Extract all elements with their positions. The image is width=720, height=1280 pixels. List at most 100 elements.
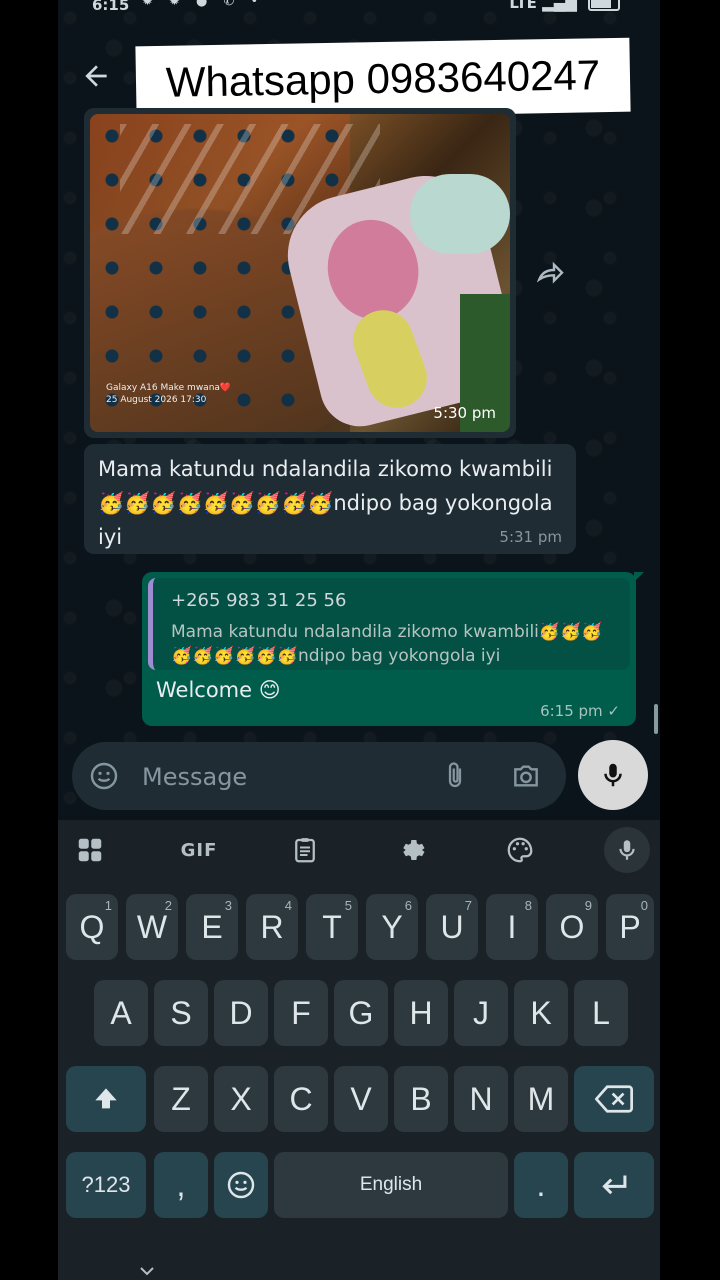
arrow-left-icon[interactable] [80, 60, 112, 92]
enter-icon [602, 1175, 627, 1195]
backspace-key[interactable] [574, 1066, 654, 1132]
key-o[interactable]: O9 [546, 894, 598, 960]
key-label: P [619, 908, 641, 945]
microphone-icon [619, 840, 635, 860]
status-time: 6:15 [92, 0, 130, 14]
key-y[interactable]: Y6 [366, 894, 418, 960]
key-u[interactable]: U7 [426, 894, 478, 960]
outgoing-message[interactable]: +265 983 31 25 56 Mama katundu ndalandil… [142, 572, 644, 726]
camera-icon[interactable] [510, 760, 542, 792]
incoming-message[interactable]: Mama katundu ndalandila zikomo kwambili🥳… [84, 444, 576, 554]
network-status: LTE ▂▄▆ [509, 0, 620, 12]
key-n[interactable]: N [454, 1066, 508, 1132]
network-label: LTE [509, 0, 537, 12]
keyboard-toolbar: GIF [58, 820, 660, 880]
key-x[interactable]: X [214, 1066, 268, 1132]
key-hint: 0 [640, 898, 648, 913]
quote-text: Mama katundu ndalandila zikomo kwambili🥳… [171, 622, 603, 666]
key-label: Q [79, 908, 105, 945]
key-label: W [136, 908, 168, 945]
clipboard-icon[interactable] [287, 832, 323, 868]
key-hint: 9 [584, 898, 592, 913]
phone-screen: 6:15 ✹ ✹ ● ✆ • LTE ▂▄▆ Whatsapp 09836402… [58, 0, 660, 1280]
overlay-caption-text: Whatsapp 0983640247 [165, 51, 601, 106]
photo-mint-shape [410, 174, 510, 254]
key-t[interactable]: T5 [306, 894, 358, 960]
key-k[interactable]: K [514, 980, 568, 1046]
quoted-message[interactable]: +265 983 31 25 56 Mama katundu ndalandil… [148, 578, 630, 670]
key-b[interactable]: B [394, 1066, 448, 1132]
quote-author: +265 983 31 25 56 [171, 590, 347, 611]
scrollbar-thumb[interactable] [654, 704, 658, 734]
message-text: Mama katundu ndalandila zikomo kwambili🥳… [98, 457, 553, 549]
key-l[interactable]: L [574, 980, 628, 1046]
period-key[interactable]: . [514, 1152, 568, 1218]
key-label: U [440, 908, 464, 945]
message-input[interactable] [140, 756, 424, 798]
enter-key[interactable] [574, 1152, 654, 1218]
key-hint: 6 [404, 898, 412, 913]
key-i[interactable]: I8 [486, 894, 538, 960]
paperclip-icon[interactable] [440, 760, 470, 792]
key-hint: 8 [524, 898, 532, 913]
palette-icon[interactable] [502, 832, 538, 868]
key-j[interactable]: J [454, 980, 508, 1046]
gif-button[interactable]: GIF [176, 832, 222, 868]
key-z[interactable]: Z [154, 1066, 208, 1132]
keyboard: GIF Q1 W2 E3 R4 T5 Y6 U7 I8 O9 P0 A S D [58, 820, 660, 1280]
emoji-icon [227, 1171, 255, 1199]
image-message[interactable]: Galaxy A16 Make mwana❤️ 25 August 2026 1… [84, 108, 516, 438]
microphone-button[interactable] [578, 740, 648, 810]
grid-icon[interactable] [72, 832, 108, 868]
key-label: E [201, 908, 223, 945]
key-c[interactable]: C [274, 1066, 328, 1132]
shift-key[interactable] [66, 1066, 146, 1132]
space-key[interactable]: English [274, 1152, 508, 1218]
shift-icon [95, 1088, 117, 1109]
key-hint: 4 [284, 898, 292, 913]
key-g[interactable]: G [334, 980, 388, 1046]
voice-input-button[interactable] [604, 827, 650, 873]
key-label: R [260, 908, 284, 945]
sticker-icon[interactable] [88, 760, 120, 792]
key-p[interactable]: P0 [606, 894, 654, 960]
key-e[interactable]: E3 [186, 894, 238, 960]
battery-charging-icon [588, 0, 620, 11]
key-hint: 3 [224, 898, 232, 913]
chevron-down-icon[interactable] [138, 1262, 156, 1280]
watermark-line-2: 25 August 2026 17:30 [106, 395, 207, 405]
message-time: 5:31 pm [499, 528, 562, 546]
photo-watermark: Galaxy A16 Make mwana❤️ 25 August 2026 1… [106, 382, 231, 406]
key-r[interactable]: R4 [246, 894, 298, 960]
key-d[interactable]: D [214, 980, 268, 1046]
forward-icon[interactable] [534, 258, 566, 290]
key-m[interactable]: M [514, 1066, 568, 1132]
key-label: T [322, 908, 342, 945]
bag-photo[interactable]: Galaxy A16 Make mwana❤️ 25 August 2026 1… [90, 114, 510, 432]
symbols-key[interactable]: ?123 [66, 1152, 146, 1218]
key-a[interactable]: A [94, 980, 148, 1046]
key-v[interactable]: V [334, 1066, 388, 1132]
backspace-icon [595, 1085, 633, 1113]
key-f[interactable]: F [274, 980, 328, 1046]
key-hint: 5 [344, 898, 352, 913]
notification-icons: ✹ ✹ ● ✆ • [142, 0, 265, 9]
key-s[interactable]: S [154, 980, 208, 1046]
message-composer [72, 742, 566, 810]
emoji-key[interactable] [214, 1152, 268, 1218]
key-hint: 1 [104, 898, 112, 913]
signal-icon: ▂▄▆ [542, 0, 577, 12]
key-h[interactable]: H [394, 980, 448, 1046]
status-bar: 6:15 ✹ ✹ ● ✆ • LTE ▂▄▆ [58, 0, 660, 18]
comma-key[interactable]: , [154, 1152, 208, 1218]
gear-icon[interactable] [394, 832, 430, 868]
watermark-line-1: Galaxy A16 Make mwana❤️ [106, 383, 232, 393]
message-time: 6:15 pm ✓ [540, 702, 620, 720]
key-q[interactable]: Q1 [66, 894, 118, 960]
message-time: 5:30 pm [433, 404, 496, 422]
key-label: O [559, 908, 585, 945]
key-hint: 7 [464, 898, 472, 913]
key-w[interactable]: W2 [126, 894, 178, 960]
key-hint: 2 [164, 898, 172, 913]
microphone-icon [604, 763, 622, 787]
